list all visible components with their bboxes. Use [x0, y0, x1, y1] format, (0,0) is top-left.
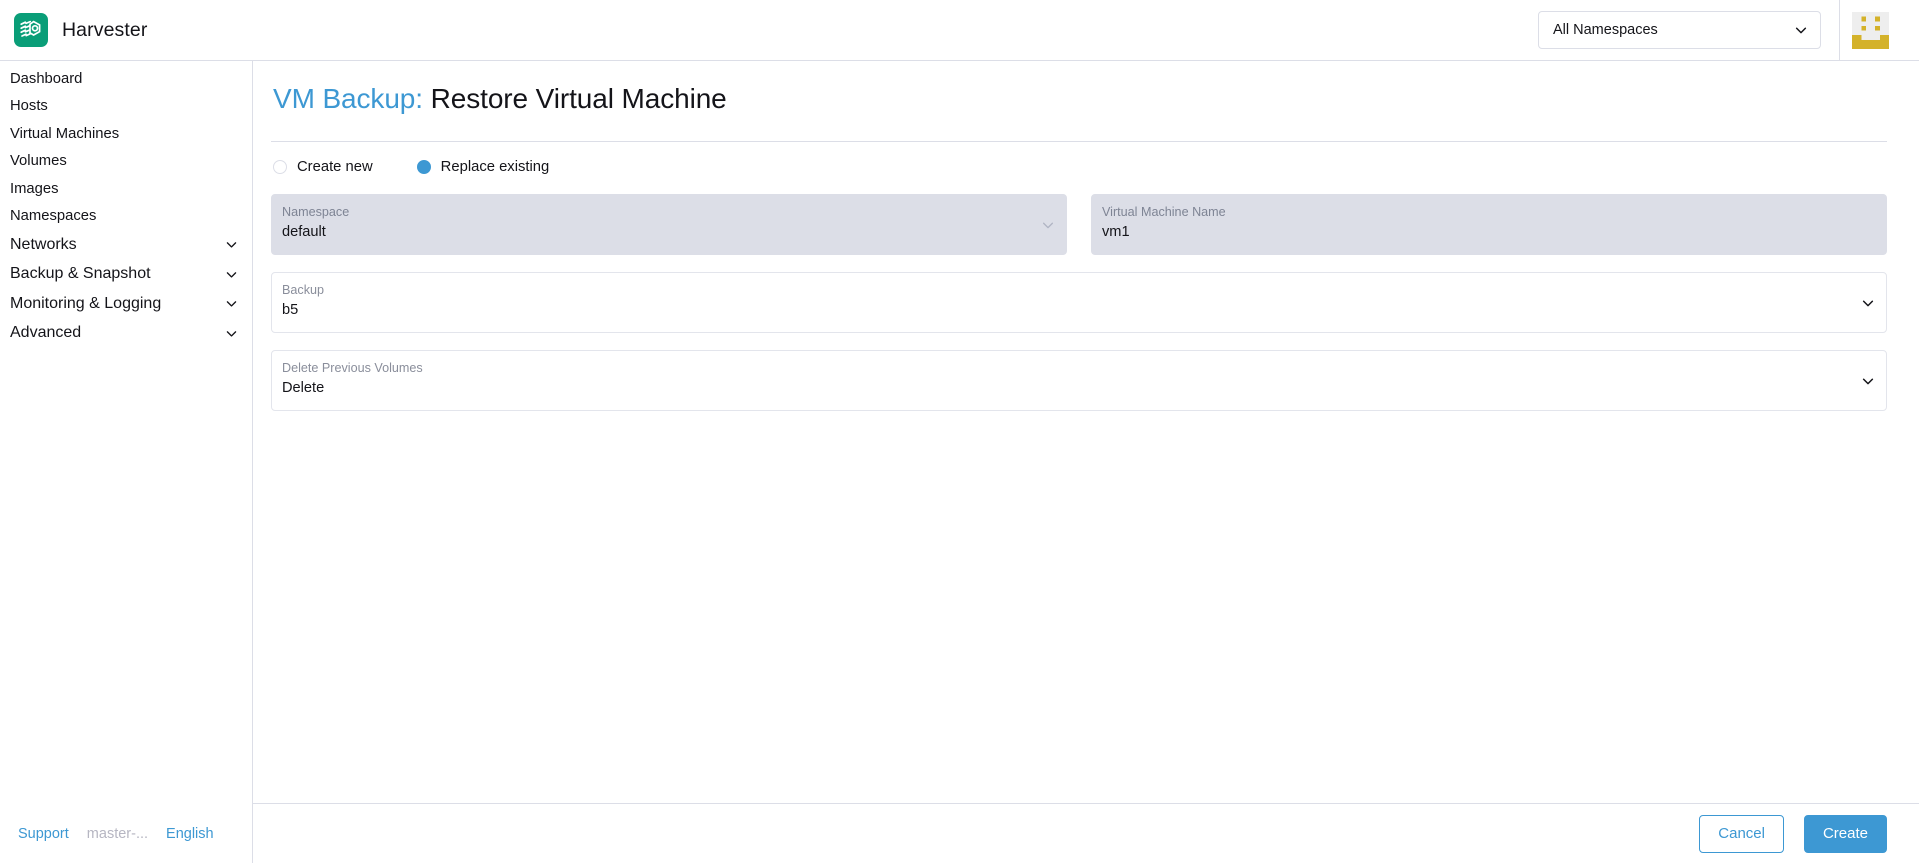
sidebar-item-advanced[interactable]: Advanced	[0, 319, 252, 349]
radio-indicator	[273, 160, 287, 174]
field-row-identity: Namespace default Virtual Machine Name v…	[271, 194, 1887, 255]
backup-select[interactable]: Backup b5	[271, 272, 1887, 333]
namespace-field: Namespace default	[271, 194, 1067, 255]
chevron-down-icon	[225, 327, 238, 340]
namespace-field-label: Namespace	[282, 205, 350, 219]
chevron-down-icon	[1861, 296, 1875, 310]
chevron-down-icon	[225, 268, 238, 281]
field-row-backup: Backup b5	[271, 272, 1887, 333]
radio-create-new[interactable]: Create new	[273, 159, 373, 175]
main-content: VM Backup: Restore Virtual Machine Creat…	[253, 61, 1919, 863]
form-action-bar: Cancel Create	[253, 803, 1919, 863]
sidebar-item-networks[interactable]: Networks	[0, 230, 252, 260]
backup-select-label: Backup	[282, 283, 325, 297]
page-title-suffix: Restore Virtual Machine	[430, 83, 727, 114]
namespace-selector-value: All Namespaces	[1553, 22, 1658, 38]
sidebar-item-images[interactable]: Images	[0, 175, 252, 203]
language-link[interactable]: English	[166, 826, 214, 842]
version-label: master-...	[86, 826, 149, 842]
chevron-down-icon	[1794, 23, 1808, 37]
sidebar-item-label: Monitoring & Logging	[10, 294, 162, 312]
cancel-button[interactable]: Cancel	[1699, 814, 1784, 853]
sidebar-footer: Support master-... English	[0, 805, 252, 863]
sidebar-item-label: Networks	[10, 235, 77, 253]
namespace-selector[interactable]: All Namespaces	[1538, 11, 1821, 49]
page-title: VM Backup: Restore Virtual Machine	[273, 83, 1887, 115]
radio-indicator	[416, 160, 431, 174]
sidebar: Dashboard Hosts Virtual Machines Volumes…	[0, 61, 253, 863]
sidebar-item-namespaces[interactable]: Namespaces	[0, 203, 252, 231]
virtual-machine-name-field-label: Virtual Machine Name	[1102, 205, 1226, 219]
sidebar-item-label: Hosts	[10, 98, 48, 115]
field-row-delete-previous-volumes: Delete Previous Volumes Delete	[271, 350, 1887, 411]
sidebar-item-label: Volumes	[10, 153, 67, 170]
app-body: Dashboard Hosts Virtual Machines Volumes…	[0, 61, 1919, 863]
support-link[interactable]: Support	[18, 826, 69, 842]
radio-replace-existing[interactable]: Replace existing	[416, 159, 550, 175]
namespace-field-value: default	[282, 224, 326, 240]
sidebar-item-dashboard[interactable]: Dashboard	[0, 65, 252, 93]
chevron-down-icon	[225, 297, 238, 310]
sidebar-item-label: Backup & Snapshot	[10, 265, 151, 283]
app-root: Harvester All Namespaces Dashboard Hosts…	[0, 0, 1919, 863]
user-avatar-identicon	[1852, 11, 1889, 49]
sidebar-item-label: Virtual Machines	[10, 125, 120, 142]
delete-previous-volumes-value: Delete	[282, 380, 325, 396]
harvester-logo-icon	[14, 13, 48, 47]
chevron-down-icon	[225, 238, 238, 251]
delete-previous-volumes-select[interactable]: Delete Previous Volumes Delete	[271, 350, 1887, 411]
sidebar-item-volumes[interactable]: Volumes	[0, 148, 252, 176]
sidebar-item-label: Dashboard	[10, 70, 83, 87]
top-header: Harvester All Namespaces	[0, 0, 1919, 61]
form-scroll-area: VM Backup: Restore Virtual Machine Creat…	[253, 61, 1919, 803]
virtual-machine-name-field: Virtual Machine Name vm1	[1091, 194, 1887, 255]
sidebar-item-hosts[interactable]: Hosts	[0, 93, 252, 121]
sidebar-item-virtual-machines[interactable]: Virtual Machines	[0, 120, 252, 148]
page-title-prefix: VM Backup:	[273, 83, 423, 114]
radio-label: Create new	[297, 159, 373, 175]
delete-previous-volumes-label: Delete Previous Volumes	[282, 361, 423, 375]
sidebar-item-label: Advanced	[10, 324, 82, 342]
sidebar-item-label: Namespaces	[10, 208, 97, 225]
avatar[interactable]	[1840, 0, 1901, 61]
backup-select-value: b5	[282, 302, 299, 318]
brand-name: Harvester	[62, 18, 148, 41]
sidebar-item-monitoring-and-logging[interactable]: Monitoring & Logging	[0, 289, 252, 319]
sidebar-item-backup-and-snapshot[interactable]: Backup & Snapshot	[0, 260, 252, 290]
chevron-down-icon	[1041, 218, 1055, 232]
brand[interactable]: Harvester	[14, 13, 147, 47]
sidebar-nav: Dashboard Hosts Virtual Machines Volumes…	[0, 65, 252, 805]
restore-mode-radio-group: Create new Replace existing	[271, 142, 1887, 175]
sidebar-item-label: Images	[10, 180, 59, 197]
radio-label: Replace existing	[440, 159, 550, 175]
chevron-down-icon	[1861, 374, 1875, 388]
virtual-machine-name-field-value: vm1	[1102, 224, 1130, 240]
create-button[interactable]: Create	[1803, 814, 1887, 853]
